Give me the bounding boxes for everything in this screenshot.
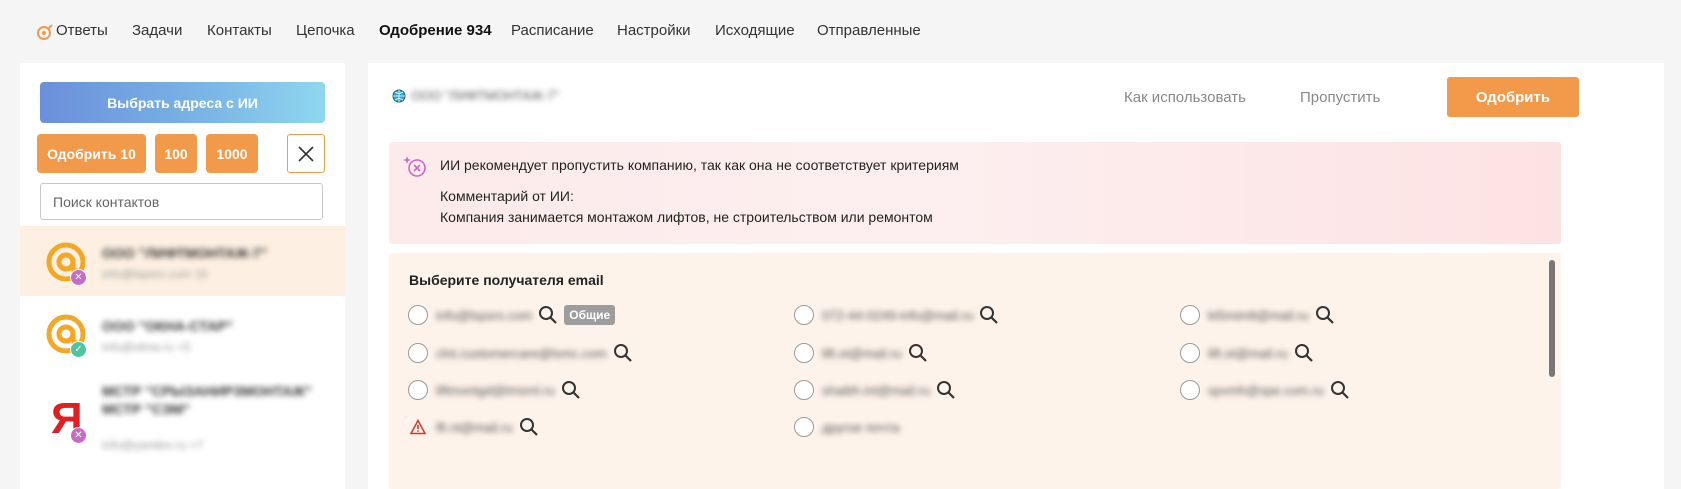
email-radio[interactable] — [794, 380, 814, 400]
email-option[interactable]: 072-44-0249-info@mail.ru — [794, 303, 999, 327]
email-radio[interactable] — [408, 343, 428, 363]
search-icon[interactable] — [1315, 305, 1335, 325]
email-option[interactable]: liftmontgd@lmsml.ru — [408, 378, 581, 402]
search-icon[interactable] — [613, 343, 633, 363]
email-address: 072-44-0249-info@mail.ru — [822, 307, 974, 323]
ai-warning: ИИ рекомендует пропустить компанию, так … — [389, 142, 1561, 244]
globe-icon — [392, 89, 406, 103]
approve-1000-button[interactable]: 1000 — [206, 134, 258, 173]
search-icon[interactable] — [1330, 380, 1350, 400]
approved-badge-icon: ✓ — [70, 341, 87, 358]
email-address: lift.ot@mail.ru — [822, 345, 902, 361]
email-radio[interactable] — [408, 305, 428, 325]
contact-item[interactable]: Я ✕ МСТР "СРЫЗАНИРЗМОНТАЖ" МСТР "СЭМ" in… — [20, 370, 345, 489]
search-icon[interactable] — [538, 305, 558, 325]
nav-item-otpravlennye[interactable]: Отправленные — [817, 22, 921, 39]
email-tag-badge: Общие — [564, 305, 616, 325]
search-icon[interactable] — [519, 417, 539, 437]
contact-name: МСТР "СРЫЗАНИРЗМОНТАЖ" МСТР "СЭМ" — [102, 383, 312, 417]
email-radio[interactable] — [1180, 380, 1200, 400]
approval-panel: ООО "ЛИФТМОНТАЖ-7" Как использовать Проп… — [368, 63, 1664, 489]
scrollbar[interactable] — [1549, 260, 1555, 377]
approve-10-button[interactable]: Одобрить 10 — [37, 134, 146, 173]
email-radio[interactable] — [794, 343, 814, 363]
rejected-badge-icon: ✕ — [70, 269, 87, 286]
ai-warning-title: ИИ рекомендует пропустить компанию, так … — [440, 157, 959, 173]
ai-reject-icon — [403, 156, 426, 177]
company-name: ООО "ЛИФТМОНТАЖ-7" — [411, 88, 560, 103]
recipient-title: Выберите получателя email — [409, 272, 604, 288]
contact-item[interactable]: ✓ ООО "ОКНА-СТАР" info@okna.ru +5 — [20, 296, 345, 370]
nav-item-otvety[interactable]: Ответы — [56, 22, 108, 39]
rejected-badge-icon: ✕ — [70, 427, 87, 444]
email-address: spvmh@spe.com.ru — [1208, 382, 1324, 398]
email-option[interactable]: info@lspsrs.com Общие — [408, 303, 616, 327]
search-icon[interactable] — [936, 380, 956, 400]
how-to-use-button[interactable]: Как использовать — [1124, 89, 1246, 106]
skip-button[interactable]: Пропустить — [1300, 89, 1380, 106]
email-radio[interactable] — [794, 417, 814, 437]
nav-item-kontakty[interactable]: Контакты — [207, 22, 272, 39]
search-icon[interactable] — [1294, 343, 1314, 363]
contact-search-input[interactable] — [40, 183, 323, 220]
search-icon[interactable] — [561, 380, 581, 400]
email-radio[interactable] — [408, 380, 428, 400]
email-address: liftmontgd@lmsml.ru — [436, 382, 555, 398]
contact-email: info@yandex.ru +7 — [102, 438, 204, 452]
logo-icon — [37, 24, 53, 40]
nav-item-nastroiki[interactable]: Настройки — [617, 22, 691, 39]
email-address: clnt.customercare@lsmc.com — [436, 345, 607, 361]
recipient-selector: Выберите получателя email info@lspsrs.co… — [389, 253, 1561, 489]
email-option[interactable]: clnt.customercare@lsmc.com — [408, 341, 633, 365]
nav-item-tsepochka[interactable]: Цепочка — [296, 22, 355, 39]
nav-item-raspisanie[interactable]: Расписание — [511, 22, 594, 39]
email-address: другое почта — [822, 419, 900, 435]
email-radio[interactable] — [1180, 343, 1200, 363]
search-icon[interactable] — [908, 343, 928, 363]
close-icon — [298, 145, 314, 162]
email-radio[interactable] — [1180, 305, 1200, 325]
ai-comment-label: Комментарий от ИИ: — [440, 188, 574, 204]
email-option[interactable]: lft.nt@mail.ru — [408, 415, 539, 439]
approve-100-button[interactable]: 100 — [155, 134, 197, 173]
approve-button[interactable]: Одобрить — [1447, 77, 1579, 117]
email-address: kt5mimlt@mail.ru — [1208, 307, 1309, 323]
email-option[interactable]: kt5mimlt@mail.ru — [1180, 303, 1335, 327]
contact-email: info@okna.ru +5 — [102, 340, 191, 354]
email-option[interactable]: другое почта — [794, 415, 900, 439]
email-radio[interactable] — [794, 305, 814, 325]
contact-name: ООО "ЛИФТМОНТАЖ-7" — [102, 245, 268, 261]
clear-button[interactable] — [287, 134, 325, 173]
nav-item-zadachi[interactable]: Задачи — [132, 22, 182, 39]
nav-item-iskhodyashchie[interactable]: Исходящие — [715, 22, 795, 39]
warning-icon — [408, 417, 428, 437]
search-icon[interactable] — [979, 305, 999, 325]
email-option[interactable]: lift.ot@mail.ru — [1180, 341, 1314, 365]
nav-item-odobrenie[interactable]: Одобрение 934 — [379, 22, 492, 39]
email-address: lft.nt@mail.ru — [436, 419, 513, 435]
ai-select-button[interactable]: Выбрать адреса с ИИ — [40, 82, 325, 123]
email-option[interactable]: lift.ot@mail.ru — [794, 341, 928, 365]
contact-name: ООО "ОКНА-СТАР" — [102, 318, 234, 334]
contact-item[interactable]: ✕ ООО "ЛИФТМОНТАЖ-7" info@lspsrs.com 16 — [20, 226, 345, 296]
email-option[interactable]: shaibh.int@mail.ru — [794, 378, 956, 402]
contacts-panel: Выбрать адреса с ИИ Одобрить 10 100 1000… — [20, 63, 345, 489]
contact-email: info@lspsrs.com 16 — [102, 267, 208, 281]
email-option[interactable]: spvmh@spe.com.ru — [1180, 378, 1350, 402]
email-address: info@lspsrs.com — [436, 307, 533, 323]
top-nav: Ответы Задачи Контакты Цепочка Одобрение… — [0, 0, 1681, 62]
ai-comment-text: Компания занимается монтажом лифтов, не … — [440, 209, 933, 225]
email-address: shaibh.int@mail.ru — [822, 382, 930, 398]
email-address: lift.ot@mail.ru — [1208, 345, 1288, 361]
